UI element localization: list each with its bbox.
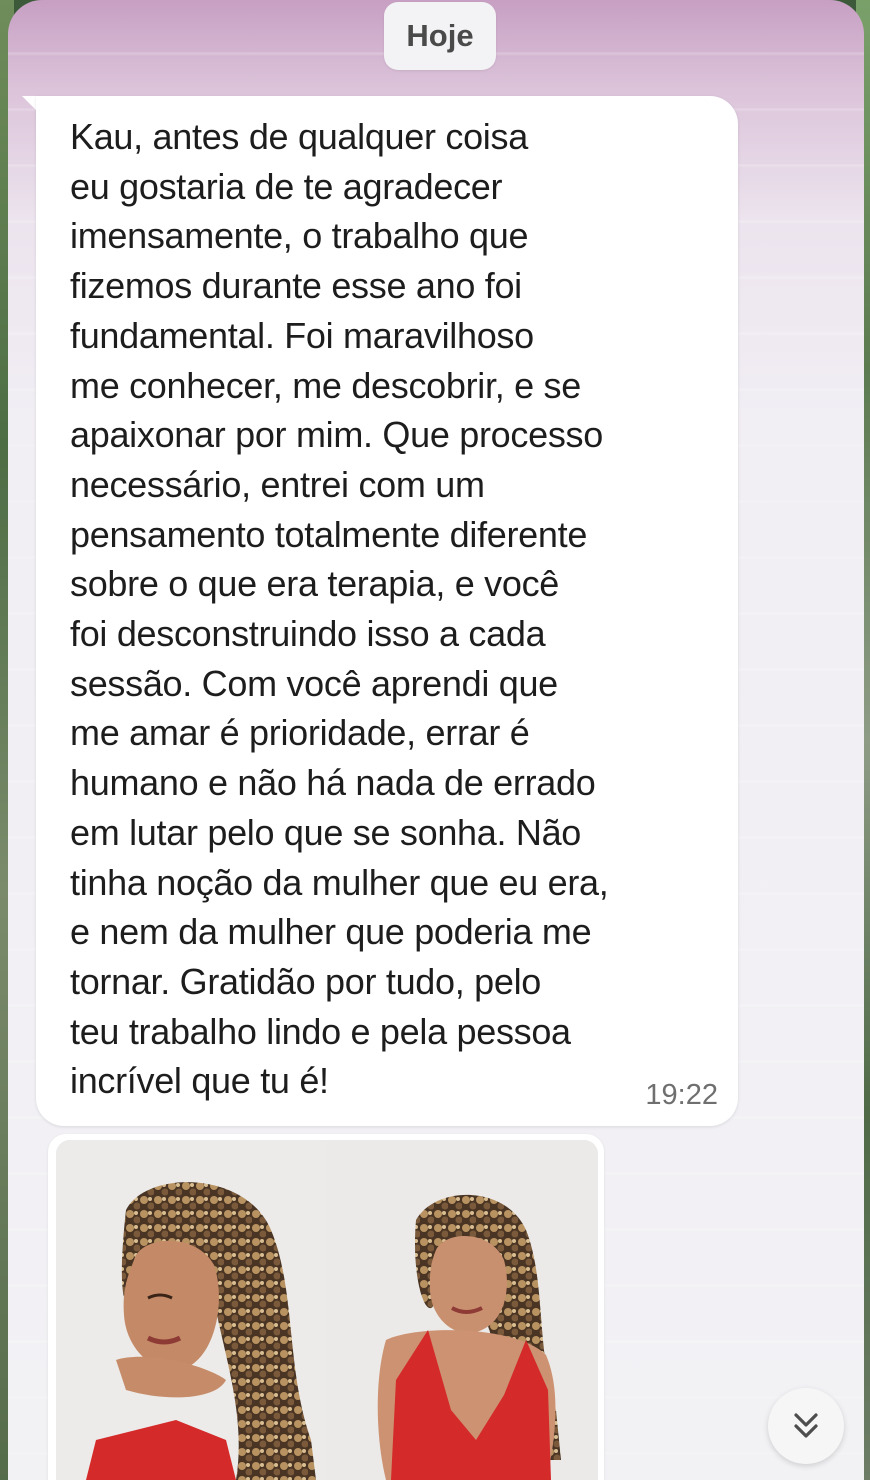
incoming-message-bubble[interactable]: Kau, antes de qualquer coisa eu gostaria… <box>36 96 738 1126</box>
scroll-to-bottom-button[interactable] <box>768 1388 844 1464</box>
chat-screenshot-card: Hoje Kau, antes de qualquer coisa eu gos… <box>8 0 864 1480</box>
message-timestamp: 19:22 <box>645 1079 718 1111</box>
double-chevron-down-icon <box>794 1413 818 1438</box>
message-text: Kau, antes de qualquer coisa eu gostaria… <box>70 116 609 1102</box>
photo-collage-image <box>56 1140 598 1480</box>
right-face <box>429 1236 507 1333</box>
photo-collage[interactable] <box>56 1140 598 1480</box>
date-separator: Hoje <box>384 2 496 70</box>
left-face <box>123 1240 219 1371</box>
